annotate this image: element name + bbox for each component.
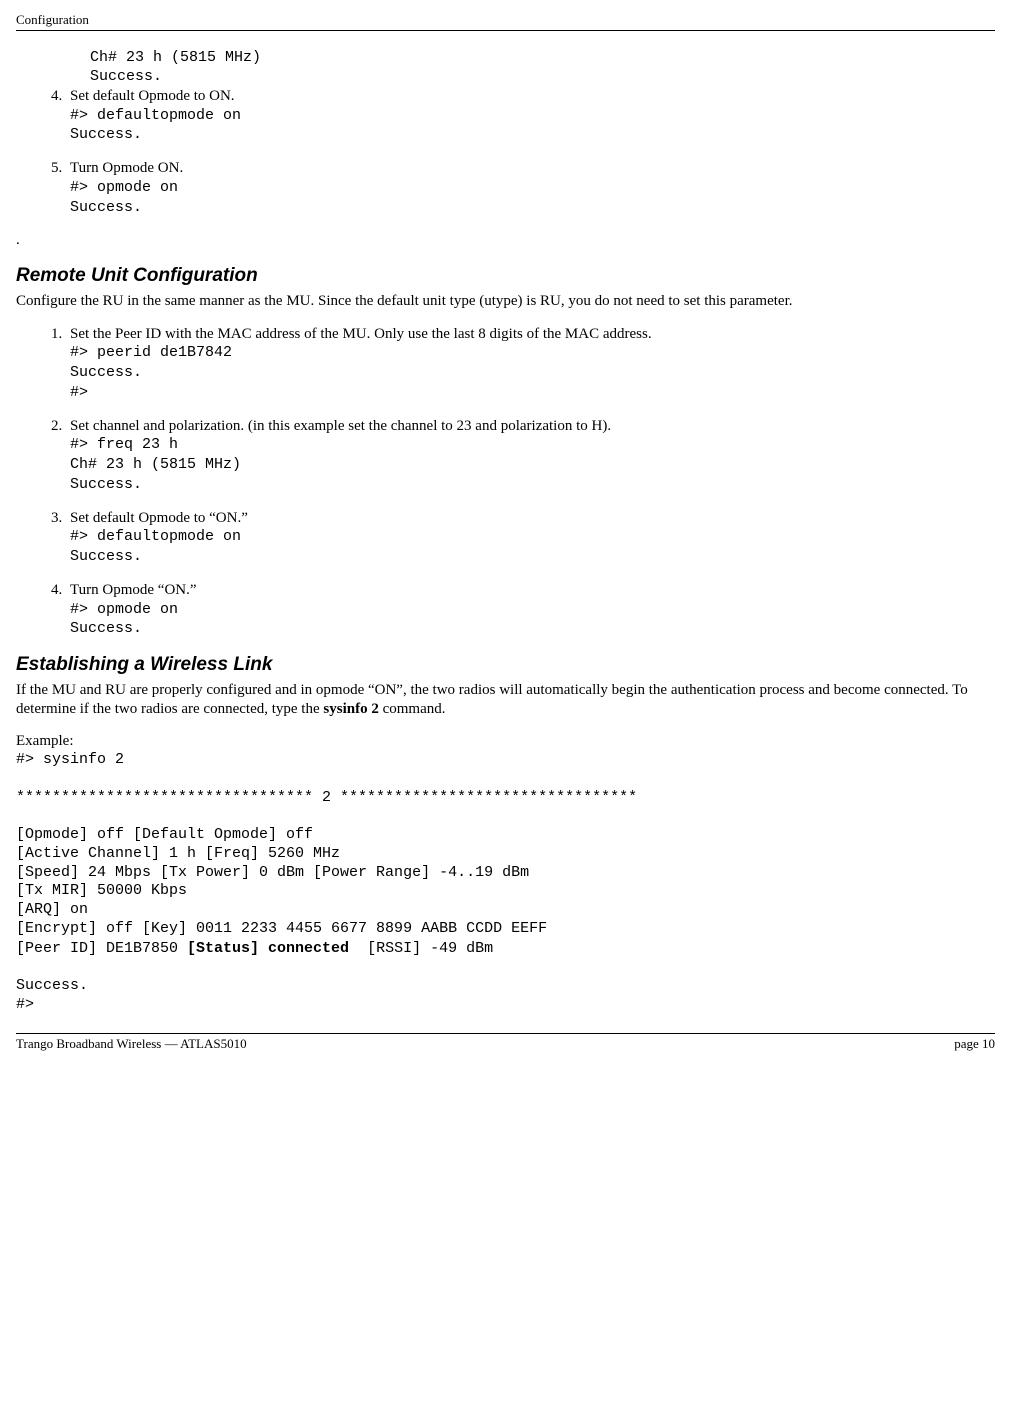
step-text: Set channel and polarization. (in this e…	[70, 418, 611, 434]
section-intro: Configure the RU in the same manner as t…	[16, 292, 995, 311]
example-label: Example:	[16, 732, 995, 751]
code-line: Success.	[90, 68, 995, 87]
code-line: #> peerid de1B7842	[70, 344, 232, 361]
status-connected: [Status] connected	[187, 940, 349, 957]
code-line: Success.	[70, 199, 142, 216]
p1-part-a: If the MU and RU are properly configured…	[16, 682, 968, 717]
code-line: #> opmode on	[70, 601, 178, 618]
out7a: [Peer ID] DE1B7850	[16, 940, 187, 957]
code-line: Ch# 23 h (5815 MHz)	[90, 49, 995, 68]
list-item: Set default Opmode to “ON.” #> defaultop…	[66, 509, 995, 567]
step-text: Set the Peer ID with the MAC address of …	[70, 326, 652, 342]
output-line: [Active Channel] 1 h [Freq] 5260 MHz	[16, 845, 995, 864]
top-steps-list: Set default Opmode to ON. #> defaultopmo…	[44, 87, 995, 218]
output-divider: ********************************* 2 ****…	[16, 789, 995, 808]
section-heading-remote: Remote Unit Configuration	[16, 264, 995, 288]
code-line: Success.	[70, 548, 142, 565]
footer-rule	[16, 1033, 995, 1034]
step-text: Set default Opmode to “ON.”	[70, 510, 248, 526]
code-line: #> opmode on	[70, 179, 178, 196]
output-line: [Opmode] off [Default Opmode] off	[16, 826, 995, 845]
list-item: Set the Peer ID with the MAC address of …	[66, 325, 995, 403]
step-text: Set default Opmode to ON.	[70, 88, 235, 104]
code-line: Success.	[70, 476, 142, 493]
header-rule	[16, 30, 995, 31]
list-item: Turn Opmode “ON.” #> opmode on Success.	[66, 581, 995, 639]
code-line: Ch# 23 h (5815 MHz)	[70, 456, 241, 473]
link-paragraph: If the MU and RU are properly configured…	[16, 681, 995, 719]
list-item: Turn Opmode ON. #> opmode on Success.	[66, 159, 995, 217]
output-line: [Speed] 24 Mbps [Tx Power] 0 dBm [Power …	[16, 864, 995, 883]
step-text: Turn Opmode ON.	[70, 160, 183, 176]
code-line: Success.	[70, 364, 142, 381]
out7b: [RSSI] -49 dBm	[349, 940, 493, 957]
sysinfo-cmd-ref: sysinfo 2	[323, 701, 378, 717]
p1-part-b: command.	[379, 701, 446, 717]
page-header: Configuration	[16, 12, 995, 28]
code-line: Success.	[70, 620, 142, 637]
example-cmd: #> sysinfo 2	[16, 751, 995, 770]
code-line: #> defaultopmode on	[70, 107, 241, 124]
list-item: Set channel and polarization. (in this e…	[66, 417, 995, 495]
output-line: [Tx MIR] 50000 Kbps	[16, 882, 995, 901]
footer-right: page 10	[954, 1036, 995, 1052]
output-line: [Encrypt] off [Key] 0011 2233 4455 6677 …	[16, 920, 995, 939]
output-success: Success.	[16, 977, 995, 996]
step-text: Turn Opmode “ON.”	[70, 582, 197, 598]
section-heading-link: Establishing a Wireless Link	[16, 653, 995, 677]
ru-steps-list: Set the Peer ID with the MAC address of …	[44, 325, 995, 640]
code-line: #>	[70, 384, 88, 401]
output-line-status: [Peer ID] DE1B7850 [Status] connected [R…	[16, 939, 995, 959]
code-line: #> freq 23 h	[70, 436, 178, 453]
output-line: [ARQ] on	[16, 901, 995, 920]
list-item: Set default Opmode to ON. #> defaultopmo…	[66, 87, 995, 145]
page-footer: Trango Broadband Wireless — ATLAS5010 pa…	[16, 1036, 995, 1052]
output-prompt: #>	[16, 996, 995, 1015]
code-line: Success.	[70, 126, 142, 143]
code-line: #> defaultopmode on	[70, 528, 241, 545]
footer-left: Trango Broadband Wireless — ATLAS5010	[16, 1036, 247, 1052]
stray-period: .	[16, 231, 995, 250]
